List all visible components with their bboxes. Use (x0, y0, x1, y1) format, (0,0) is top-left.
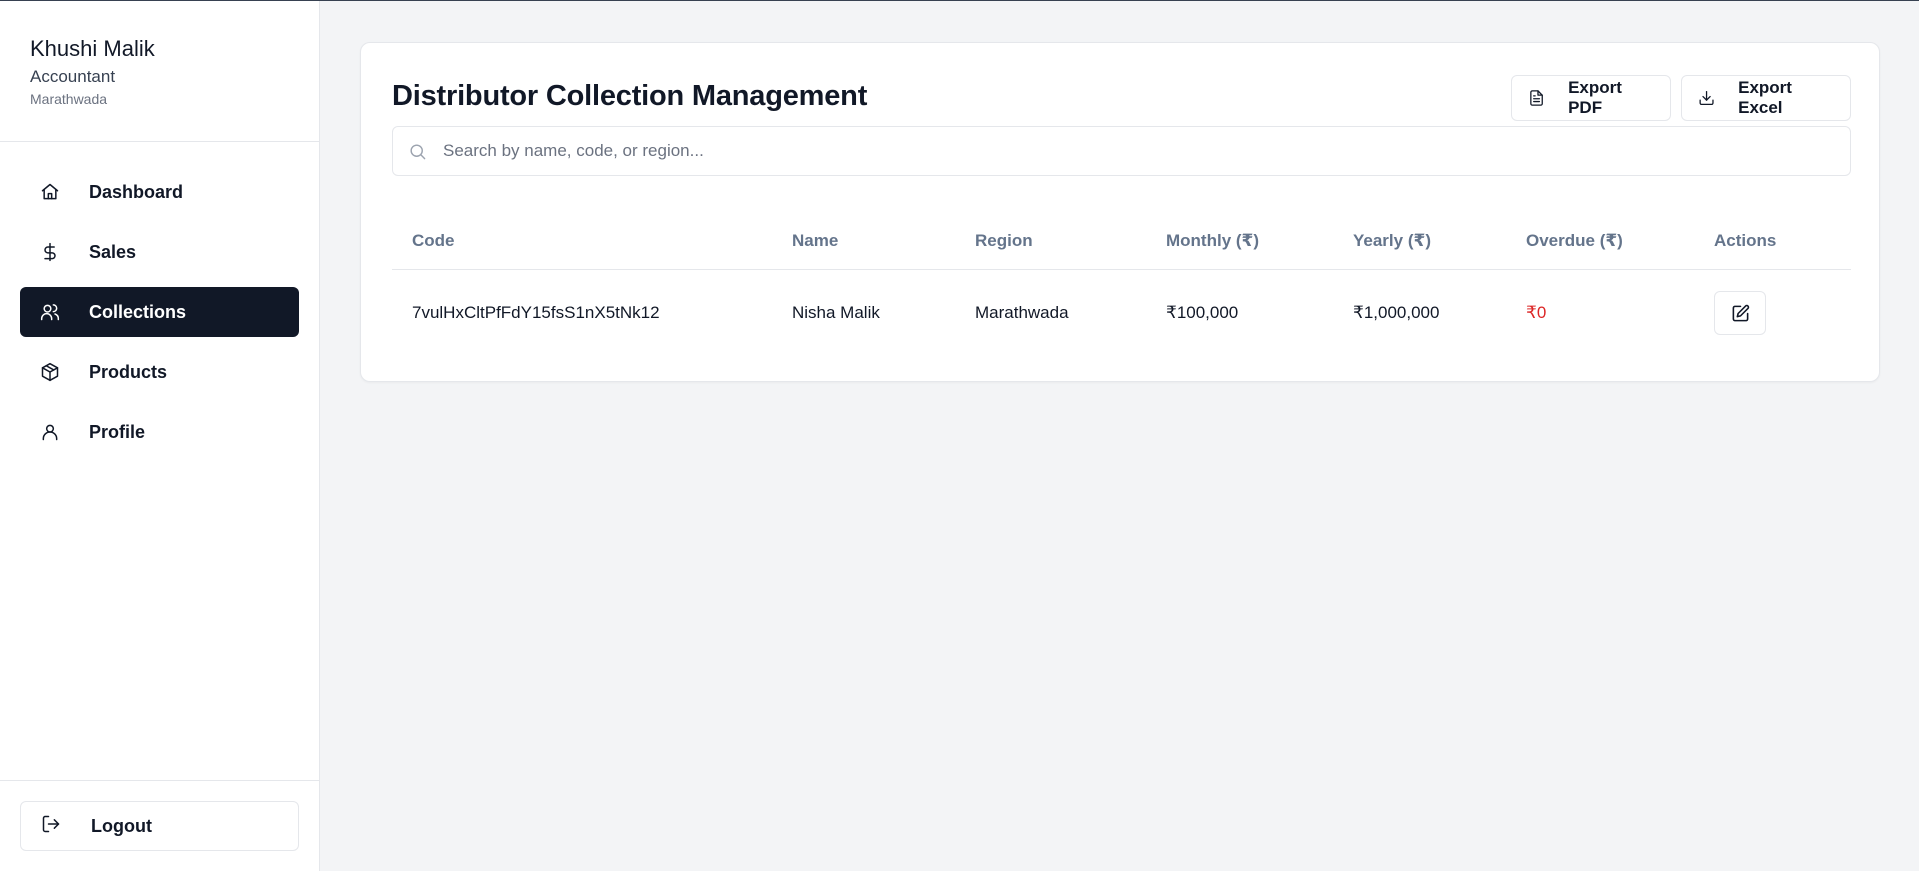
sidebar-item-label: Collections (89, 301, 187, 322)
sidebar-item-products[interactable]: Products (20, 347, 299, 397)
search-icon (410, 143, 426, 159)
sidebar-item-profile[interactable]: Profile (20, 407, 299, 457)
export-pdf-button[interactable]: Export PDF (1511, 75, 1671, 121)
edit-icon (1732, 304, 1749, 322)
column-header-monthly[interactable]: Monthly (₹) (1166, 213, 1353, 270)
user-name: Khushi Malik (30, 36, 155, 61)
collections-card: Distributor Collection Management Export… (360, 42, 1880, 382)
cell-monthly: ₹100,000 (1166, 303, 1239, 323)
edit-button[interactable] (1714, 291, 1766, 336)
user-info: Khushi Malik Accountant Marathwada (0, 1, 319, 142)
user-region: Marathwada (30, 91, 108, 107)
dollar-icon (40, 242, 60, 262)
cell-name: Nisha Malik (792, 303, 880, 323)
sidebar: Khushi Malik Accountant Marathwada Dashb… (0, 1, 320, 871)
sidebar-item-label: Products (89, 361, 168, 382)
export-excel-button[interactable]: Export Excel (1681, 75, 1851, 121)
collections-table: Code Name Region Monthly (₹) Yearly (₹) … (392, 213, 1851, 357)
page-title: Distributor Collection Management (392, 80, 868, 112)
column-header-code[interactable]: Code (392, 213, 792, 270)
cell-code: 7vulHxCltPfFdY15fsS1nX5tNk12 (412, 303, 660, 323)
logout-area: Logout (0, 780, 319, 871)
column-header-overdue[interactable]: Overdue (₹) (1526, 213, 1714, 270)
column-header-actions: Actions (1714, 213, 1851, 270)
logout-icon (41, 814, 61, 839)
sidebar-item-dashboard[interactable]: Dashboard (20, 167, 299, 217)
logout-button[interactable]: Logout (20, 801, 299, 851)
file-text-icon (1530, 90, 1543, 106)
sidebar-nav: Dashboard Sales Collections Products Pro… (0, 142, 319, 457)
export-excel-label: Export Excel (1738, 78, 1792, 117)
table-header-row: Code Name Region Monthly (₹) Yearly (₹) … (392, 213, 1851, 270)
user-role: Accountant (30, 67, 116, 86)
logout-label: Logout (91, 815, 152, 836)
cell-region: Marathwada (975, 303, 1069, 323)
export-pdf-label: Export PDF (1568, 78, 1622, 117)
cell-yearly: ₹1,000,000 (1353, 303, 1440, 323)
sidebar-item-label: Dashboard (89, 181, 184, 202)
sidebar-item-label: Sales (89, 241, 137, 262)
column-header-region[interactable]: Region (975, 213, 1166, 270)
column-header-name[interactable]: Name (792, 213, 975, 270)
table-row: 7vulHxCltPfFdY15fsS1nX5tNk12 Nisha Malik… (392, 269, 1851, 357)
sidebar-item-sales[interactable]: Sales (20, 227, 299, 277)
cell-overdue: ₹0 (1526, 303, 1547, 323)
column-header-yearly[interactable]: Yearly (₹) (1353, 213, 1526, 270)
users-icon (40, 302, 60, 322)
sidebar-item-label: Profile (89, 421, 146, 442)
cell-actions (1714, 269, 1851, 357)
box-icon (40, 362, 60, 382)
download-icon (1699, 90, 1714, 106)
home-icon (40, 182, 60, 202)
user-icon (40, 422, 60, 442)
search-box (392, 126, 1851, 176)
sidebar-item-collections[interactable]: Collections (20, 287, 299, 337)
search-input[interactable] (443, 141, 1823, 161)
